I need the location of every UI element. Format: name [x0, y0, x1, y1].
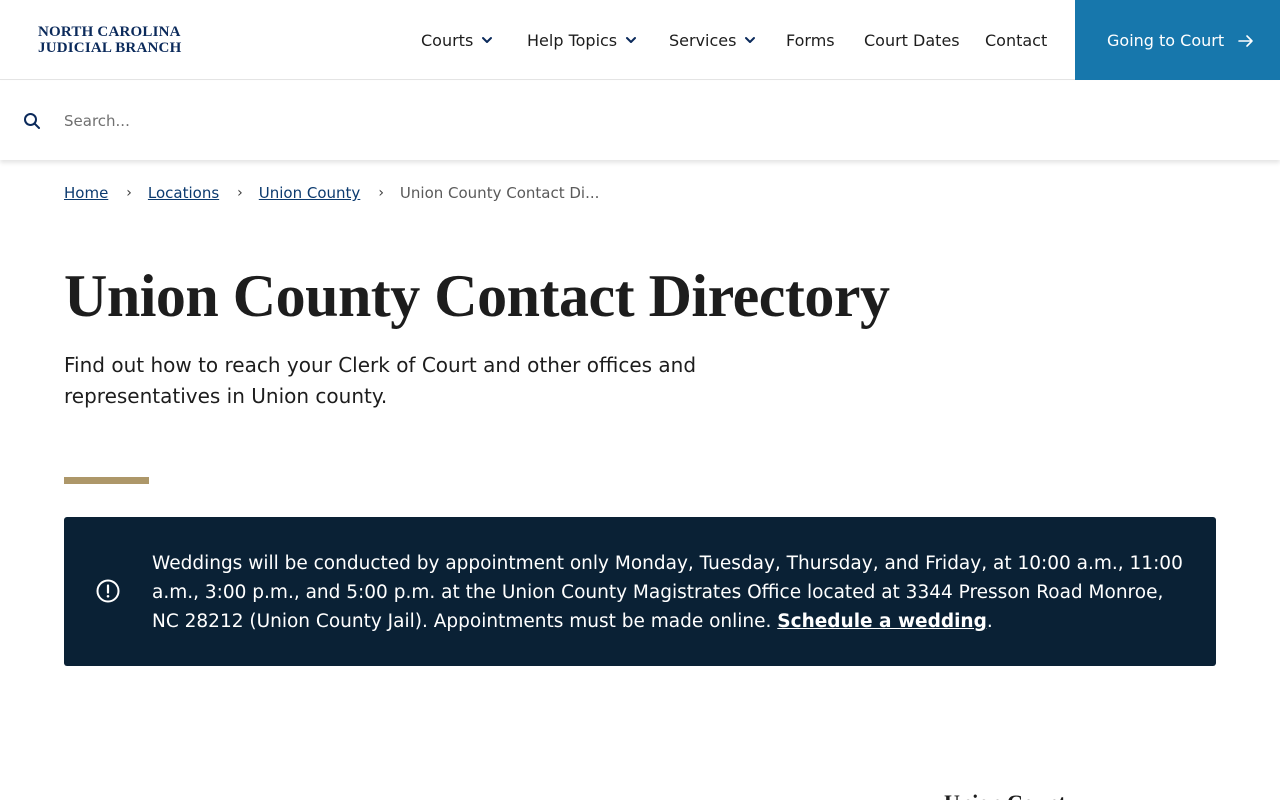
nav-item-forms[interactable]: Forms [786, 0, 835, 80]
search-bar [0, 81, 1280, 160]
schedule-wedding-link[interactable]: Schedule a wedding [777, 611, 987, 632]
nav-item-label: Contact [985, 30, 1048, 50]
alert-message: Weddings will be conducted by appointmen… [152, 549, 1192, 636]
arrow-right-icon [1238, 33, 1254, 47]
nav-item-label: Forms [786, 30, 835, 50]
cta-label: Going to Court [1107, 30, 1225, 50]
nav-item-label: Courts [421, 30, 474, 50]
nav-item-label: Help Topics [527, 30, 618, 50]
nav-item-label: Services [669, 30, 737, 50]
chevron-right-icon: › [237, 185, 243, 201]
nav-item-contact[interactable]: Contact [985, 0, 1047, 80]
chevron-right-icon: › [378, 185, 384, 201]
accent-divider [64, 477, 149, 484]
nav-item-court-dates[interactable]: Court Dates [864, 0, 960, 80]
chevron-down-icon [744, 34, 756, 46]
breadcrumb-current: Union County Contact Di... [399, 184, 600, 202]
site-logo[interactable]: NORTH CAROLINA JUDICIAL BRANCH [38, 24, 181, 56]
nav-item-courts[interactable]: Courts [421, 0, 493, 80]
search-icon[interactable] [23, 112, 41, 130]
section-heading: Union County [944, 790, 1077, 800]
nav-item-services[interactable]: Services [669, 0, 756, 80]
chevron-down-icon [625, 34, 637, 46]
page-title: Union County Contact Directory [64, 263, 890, 329]
chevron-down-icon [481, 34, 493, 46]
site-header: NORTH CAROLINA JUDICIAL BRANCH Courts He… [0, 0, 1280, 80]
search-input[interactable] [64, 105, 1244, 137]
breadcrumb-home[interactable]: Home [64, 184, 108, 202]
logo-line-1: NORTH CAROLINA [38, 24, 181, 40]
nav-item-help-topics[interactable]: Help Topics [527, 0, 637, 80]
nav-item-label: Court Dates [864, 30, 960, 50]
alert-trailing: . [986, 611, 993, 632]
exclamation-circle-icon [95, 578, 121, 604]
alert-text: Weddings will be conducted by appointmen… [152, 553, 1183, 632]
page-intro: Find out how to reach your Clerk of Cour… [64, 353, 697, 408]
going-to-court-button[interactable]: Going to Court [1075, 0, 1280, 80]
breadcrumb: Home › Locations › Union County › Union … [64, 182, 599, 204]
wedding-alert: Weddings will be conducted by appointmen… [64, 517, 1216, 666]
breadcrumb-locations[interactable]: Locations [148, 184, 219, 202]
breadcrumb-union-county[interactable]: Union County [259, 184, 361, 202]
chevron-right-icon: › [126, 185, 132, 201]
logo-line-2: JUDICIAL BRANCH [38, 40, 182, 56]
